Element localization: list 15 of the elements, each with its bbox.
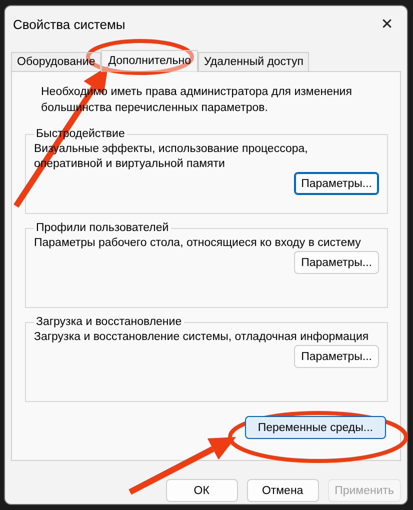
- window-title: Свойства системы: [13, 16, 126, 32]
- dialog-button[interactable]: Отмена: [246, 479, 319, 502]
- group-title: Профили пользователей: [35, 222, 170, 234]
- tab[interactable]: Удаленный доступ: [198, 52, 310, 71]
- group-title: Загрузка и восстановление: [35, 316, 183, 328]
- dialog-button[interactable]: ОК: [166, 479, 238, 502]
- tab[interactable]: Дополнительно: [101, 50, 198, 72]
- close-button[interactable]: ✕: [367, 8, 407, 40]
- group-description: Загрузка и восстановление системы, отладочная информация: [34, 330, 370, 345]
- environment-variables-button[interactable]: Переменные среды...: [244, 416, 386, 439]
- tab[interactable]: Оборудование: [11, 52, 102, 71]
- settings-button[interactable]: Параметры...: [294, 251, 379, 274]
- settings-button[interactable]: Параметры...: [294, 345, 379, 368]
- settings-button[interactable]: Параметры...: [294, 172, 379, 195]
- group-description: Параметры рабочего стола, относящиеся ко входу в систему: [34, 236, 362, 251]
